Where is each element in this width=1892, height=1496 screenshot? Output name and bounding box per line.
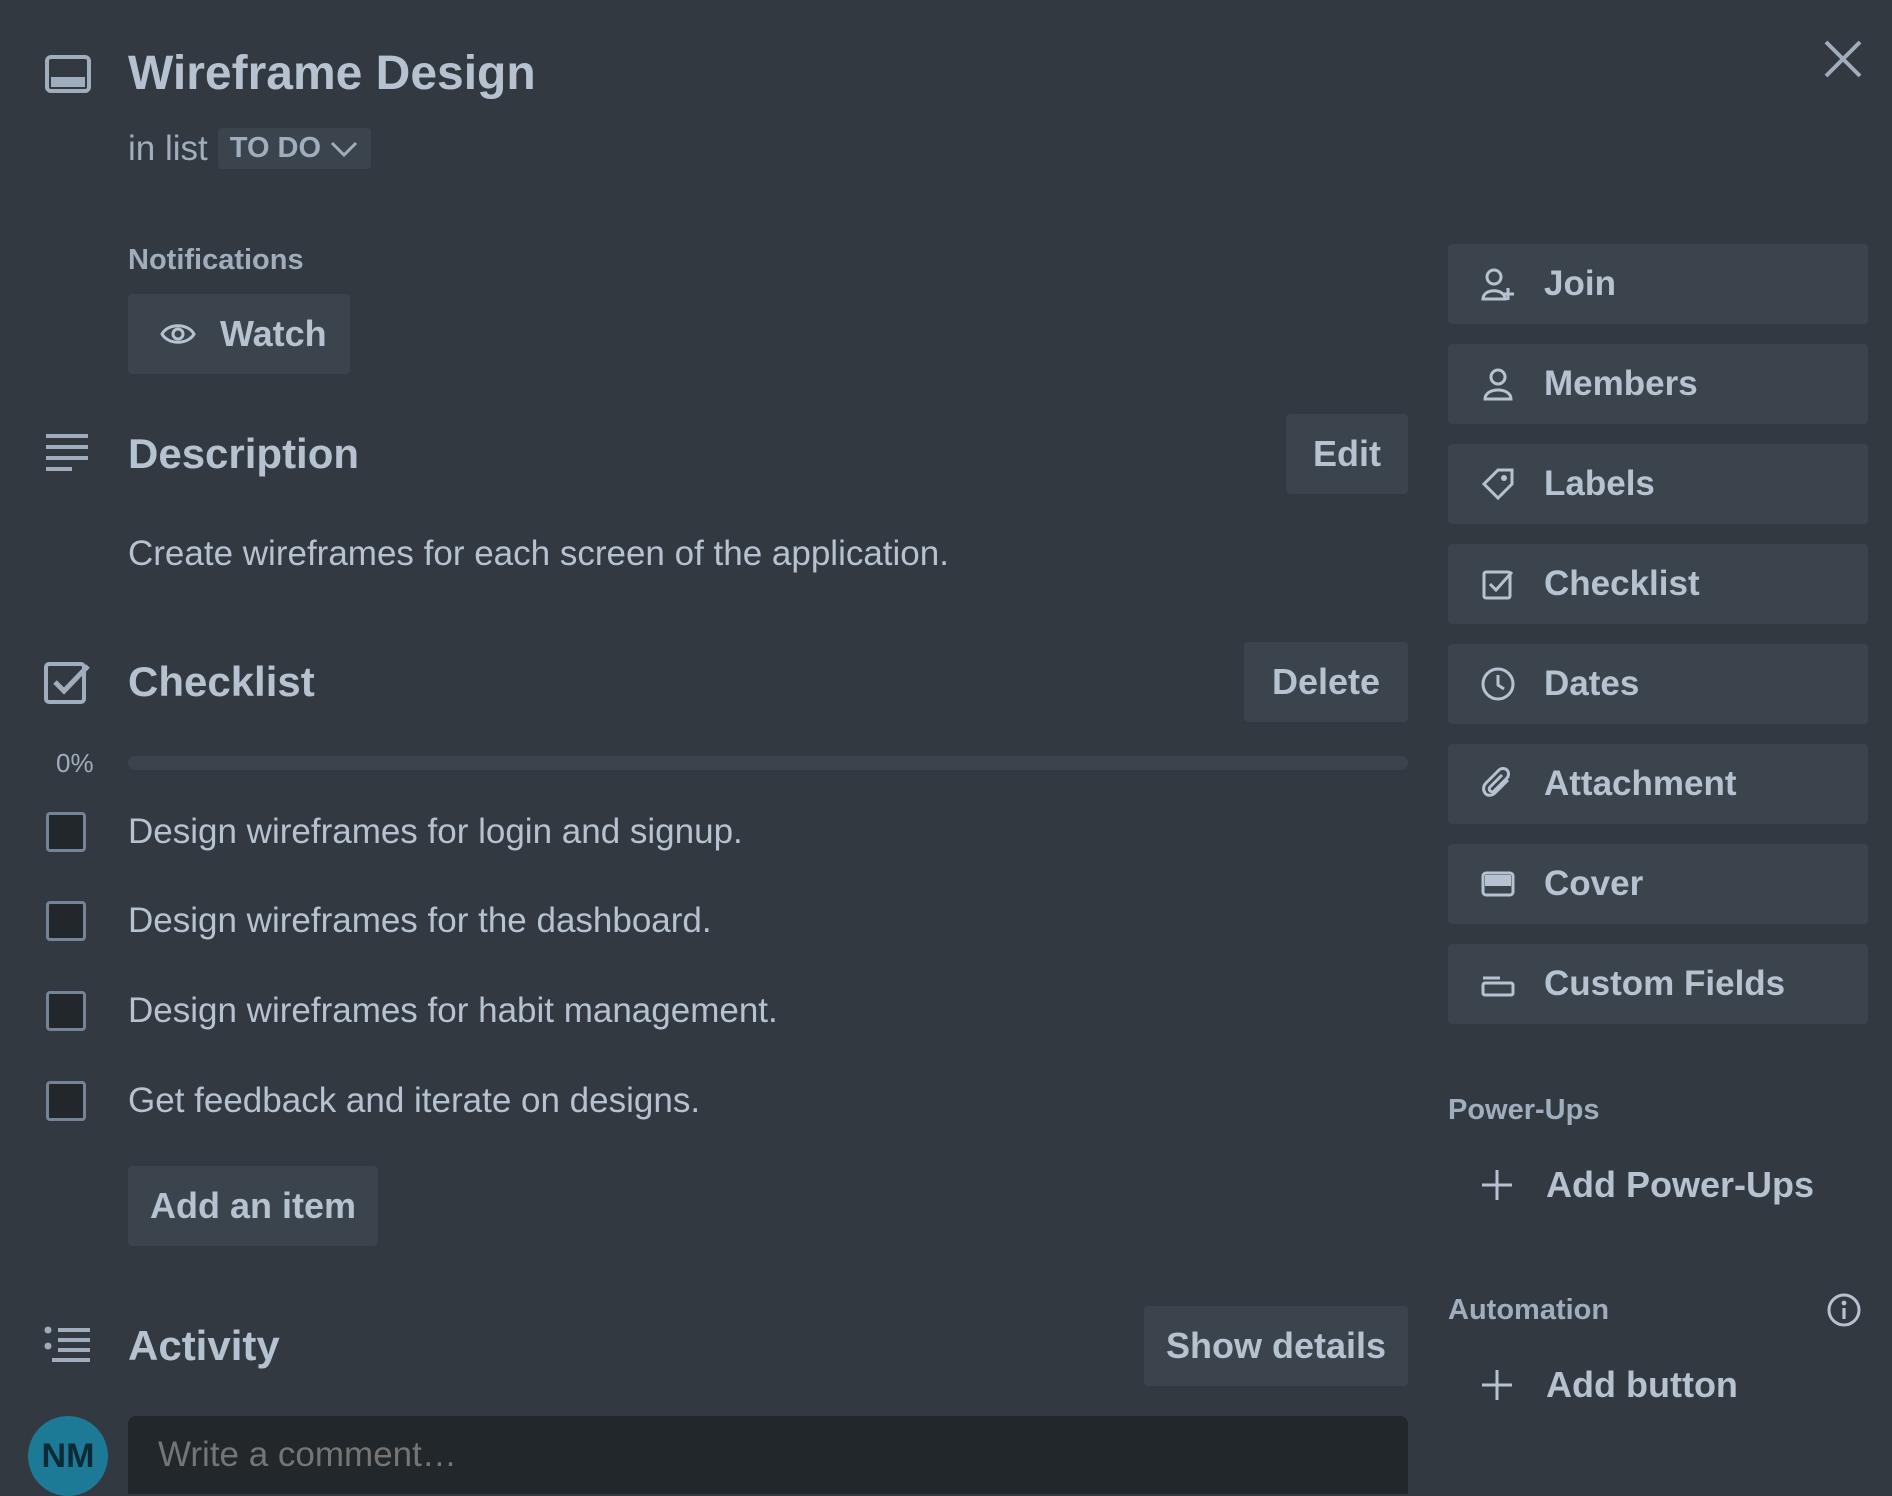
description-icon	[42, 428, 94, 480]
delete-checklist-button[interactable]: Delete	[1244, 642, 1408, 722]
add-powerups-label: Add Power-Ups	[1546, 1164, 1815, 1205]
checklist-progress-bar	[128, 756, 1408, 770]
list-select-button[interactable]: TO DO	[217, 128, 372, 169]
checklist-title[interactable]: Checklist	[128, 658, 315, 706]
description-text[interactable]: Create wireframes for each screen of the…	[128, 534, 949, 574]
card-icon	[42, 48, 94, 100]
avatar[interactable]: NM	[28, 1416, 108, 1496]
eye-icon	[160, 320, 196, 348]
join-button[interactable]: Join	[1448, 244, 1868, 324]
info-icon[interactable]	[1826, 1292, 1862, 1328]
description-title: Description	[128, 430, 360, 477]
checklist-progress-text: 0%	[56, 748, 94, 778]
list-indicator: in list TO DO	[128, 128, 372, 169]
activity-icon	[42, 1320, 94, 1372]
comment-input[interactable]	[128, 1416, 1408, 1494]
checklist-icon	[1480, 566, 1516, 602]
automation-label: Automation	[1448, 1294, 1610, 1326]
checklist-item-checkbox[interactable]	[46, 901, 86, 941]
checklist-item: Get feedback and iterate on designs.	[46, 1077, 700, 1125]
labels-label: Labels	[1544, 464, 1655, 503]
checklist-item-checkbox[interactable]	[46, 1081, 86, 1121]
show-details-button[interactable]: Show details	[1144, 1306, 1408, 1386]
card-title[interactable]: Wireframe Design	[128, 46, 536, 101]
user-icon	[1480, 366, 1516, 402]
clock-icon	[1480, 666, 1516, 702]
avatar-initials: NM	[41, 1436, 95, 1475]
close-icon[interactable]	[1822, 38, 1864, 80]
checklist-item-text[interactable]: Get feedback and iterate on designs.	[128, 1081, 700, 1121]
members-button[interactable]: Members	[1448, 344, 1868, 424]
attachment-button[interactable]: Attachment	[1448, 744, 1868, 824]
checklist-item-text[interactable]: Design wireframes for habit management.	[128, 991, 778, 1031]
cover-label: Cover	[1544, 864, 1644, 903]
checklist-item: Design wireframes for habit management.	[46, 987, 778, 1035]
chevron-down-icon	[329, 139, 359, 159]
join-label: Join	[1544, 264, 1616, 303]
dates-button[interactable]: Dates	[1448, 644, 1868, 724]
add-checklist-item-button[interactable]: Add an item	[128, 1166, 378, 1246]
edit-label: Edit	[1313, 433, 1381, 474]
add-button-label: Add button	[1546, 1364, 1738, 1405]
add-powerups-button[interactable]: Add Power-Ups	[1448, 1150, 1814, 1220]
edit-description-button[interactable]: Edit	[1286, 414, 1408, 494]
cover-icon	[1480, 866, 1516, 902]
checklist-button[interactable]: Checklist	[1448, 544, 1868, 624]
checklist-item-checkbox[interactable]	[46, 991, 86, 1031]
custom-fields-button[interactable]: Custom Fields	[1448, 944, 1868, 1024]
plus-icon	[1480, 1168, 1514, 1202]
checklist-item-checkbox[interactable]	[46, 812, 86, 852]
user-add-icon	[1480, 266, 1516, 302]
checklist-item-text[interactable]: Design wireframes for login and signup.	[128, 812, 743, 852]
plus-icon	[1480, 1368, 1514, 1402]
checklist-item: Design wireframes for the dashboard.	[46, 897, 712, 945]
dates-label: Dates	[1544, 664, 1640, 703]
add-button-button[interactable]: Add button	[1448, 1350, 1738, 1420]
custom-fields-label: Custom Fields	[1544, 964, 1786, 1003]
delete-label: Delete	[1271, 661, 1381, 702]
attachment-label: Attachment	[1544, 764, 1737, 803]
tag-icon	[1480, 466, 1516, 502]
checklist-section-icon	[42, 656, 94, 708]
in-list-prefix: in list	[128, 128, 208, 168]
watch-button[interactable]: Watch	[128, 294, 350, 374]
watch-label: Watch	[220, 313, 327, 354]
checklist-item: Design wireframes for login and signup.	[46, 808, 743, 856]
notifications-label: Notifications	[128, 244, 304, 276]
list-name: TO DO	[229, 132, 322, 164]
checklist-label: Checklist	[1544, 564, 1700, 603]
custom-fields-icon	[1480, 966, 1516, 1002]
members-label: Members	[1544, 364, 1698, 403]
labels-button[interactable]: Labels	[1448, 444, 1868, 524]
checklist-item-text[interactable]: Design wireframes for the dashboard.	[128, 901, 712, 941]
activity-title: Activity	[128, 1322, 280, 1369]
paperclip-icon	[1480, 766, 1516, 802]
show-details-label: Show details	[1165, 1325, 1387, 1366]
powerups-label: Power-Ups	[1448, 1094, 1600, 1126]
cover-button[interactable]: Cover	[1448, 844, 1868, 924]
add-item-label: Add an item	[149, 1185, 356, 1226]
